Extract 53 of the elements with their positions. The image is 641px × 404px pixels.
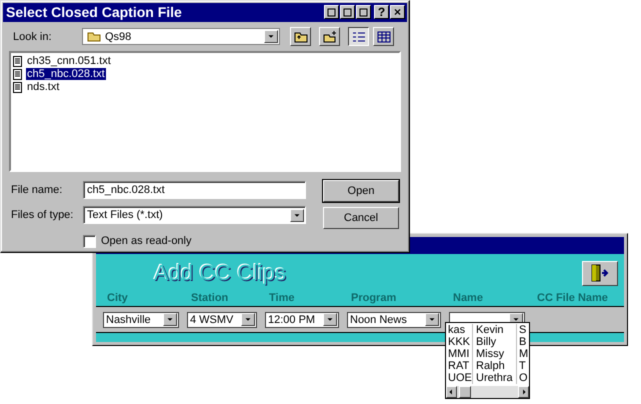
scroll-left-icon[interactable] [446,386,457,398]
list-row[interactable]: KKK Billy B [446,336,529,348]
file-name-label: File name: [11,184,64,196]
dropdown-field[interactable]: Nashville [103,312,179,328]
close-button[interactable]: × [390,5,405,20]
look-in-label: Look in: [13,30,53,43]
window-button[interactable] [324,5,339,20]
file-icon [13,82,23,93]
file-item[interactable]: ch5_nbc.028.txt [26,68,106,80]
up-folder-button[interactable] [290,27,311,46]
door-exit-icon [589,263,611,283]
window-button[interactable] [356,5,371,20]
scroll-right-icon[interactable] [518,386,529,398]
column-label: Time [269,292,296,304]
column-label: Name [453,292,484,304]
dropdown-field[interactable]: 12:00 PM [265,312,339,328]
horizontal-scrollbar[interactable] [446,386,529,398]
dialog-title: Select Closed Caption File [6,4,182,20]
app-title: Add CC Clips [154,260,286,286]
dropdown-field[interactable]: 4 WSMV [187,312,257,328]
list-row[interactable]: UOE Urethra O [446,372,529,384]
details-view-button[interactable] [373,27,394,46]
help-button[interactable]: ? [374,5,389,20]
column-label: Station [191,292,230,304]
list-view-button[interactable] [348,27,369,46]
folder-up-icon [294,30,308,43]
checkbox-label: Open as read-only [101,235,192,247]
new-folder-icon [322,30,336,43]
dialog-button[interactable]: Open [323,180,399,202]
file-item[interactable]: nds.txt [26,81,60,94]
column-label: CC File Name [537,292,608,304]
window-button[interactable] [340,5,355,20]
file-icon [13,68,23,80]
scroll-thumb[interactable] [459,386,471,398]
checkbox[interactable] [83,234,96,248]
details-view-icon [376,30,390,43]
dialog-button[interactable]: Cancel [323,207,399,229]
file-icon [13,56,23,67]
new-folder-button[interactable] [319,27,340,46]
file-type-dropdown[interactable]: Text Files (*.txt) [83,206,306,224]
folder-icon [87,31,101,42]
dropdown-field[interactable]: Noon News [347,312,441,328]
list-row[interactable]: RAT Ralph T [446,360,529,372]
file-type-label: Files of type: [11,209,74,221]
list-row[interactable]: kas Kevin S [446,324,529,336]
column-label: Program [351,292,398,304]
exit-button[interactable] [582,260,618,286]
look-in-dropdown[interactable]: Qs98 [82,28,280,46]
list-row[interactable]: MMI Missy M [446,348,529,360]
file-item[interactable]: ch35_cnn.051.txt [26,55,112,68]
list-view-icon [352,30,366,43]
column-label: City [107,292,129,304]
file-name-field[interactable]: ch5_nbc.028.txt [83,181,306,199]
